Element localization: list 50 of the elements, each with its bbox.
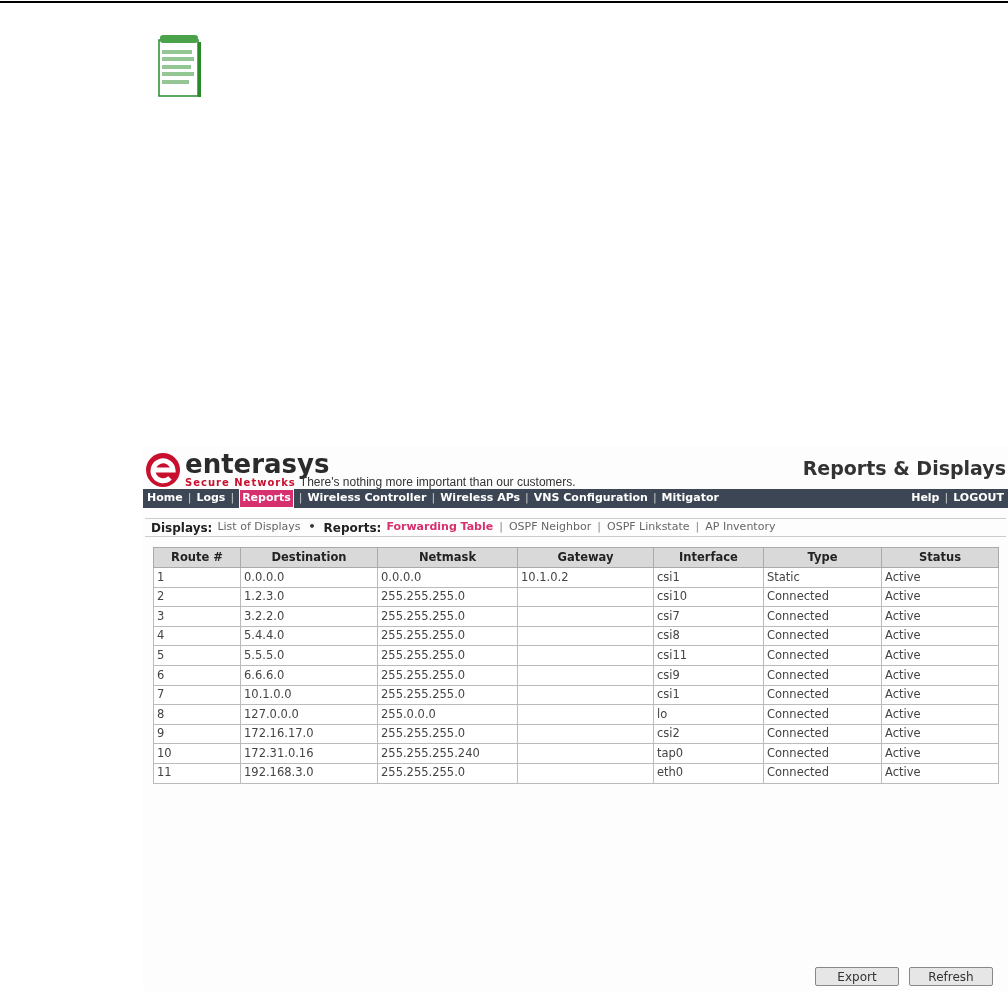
report-link[interactable]: List of Displays (217, 519, 301, 536)
bullet: • (308, 519, 316, 536)
nav-tab[interactable]: VNS Configuration (533, 490, 648, 507)
separator: | (431, 490, 436, 507)
column-header: Netmask (377, 547, 518, 568)
brand-tagline: Secure Networks (185, 478, 296, 488)
nav-tab[interactable]: Reports (239, 489, 294, 508)
separator: | (499, 519, 503, 536)
nav-tab[interactable]: Wireless APs (440, 490, 521, 507)
table-cell: 7 (153, 685, 241, 705)
table-cell: 8 (153, 704, 241, 725)
table-cell: 3 (153, 606, 241, 627)
table-cell: 2 (153, 587, 241, 607)
separator: | (230, 490, 235, 507)
action-button[interactable]: Export (815, 967, 899, 986)
nav-tab[interactable]: Home (147, 490, 183, 507)
group-label: Displays: (151, 519, 213, 537)
table-cell: 5 (153, 645, 241, 666)
column-header: Destination (240, 547, 378, 568)
separator: | (695, 519, 700, 536)
table-cell: 11 (153, 763, 241, 784)
group-label: Reports: (323, 519, 382, 537)
nav-tab[interactable]: Wireless Controller (307, 490, 427, 507)
table-cell: 1 (153, 567, 241, 588)
action-button[interactable]: Refresh (909, 967, 993, 986)
separator: | (187, 490, 192, 507)
table-cell: 10 (153, 743, 241, 764)
table-cell: 6 (153, 665, 241, 686)
separator: | (525, 490, 529, 507)
column-header: Gateway (517, 547, 654, 568)
separator: | (944, 490, 949, 507)
nav-link[interactable]: Help (911, 490, 940, 507)
separator: | (298, 490, 303, 507)
nav-link[interactable]: LOGOUT (953, 490, 1004, 507)
notepad-icon (158, 34, 202, 98)
column-header: Route # (153, 547, 241, 568)
column-header: Status (881, 547, 999, 568)
report-link[interactable]: Forwarding Table (386, 519, 494, 536)
nav-tab[interactable]: Logs (196, 490, 226, 507)
report-link[interactable]: OSPF Linkstate (607, 519, 690, 536)
separator: | (597, 519, 601, 536)
nav-tab[interactable]: Mitigator (661, 490, 719, 507)
report-link[interactable]: AP Inventory (705, 519, 776, 536)
column-header: Interface (653, 547, 764, 568)
separator: | (652, 490, 657, 507)
report-link[interactable]: OSPF Neighbor (508, 519, 592, 536)
table-cell: 4 (153, 626, 241, 646)
table-cell: 9 (153, 724, 241, 744)
page-title: Reports & Displays (802, 455, 1007, 481)
column-header: Type (763, 547, 882, 568)
